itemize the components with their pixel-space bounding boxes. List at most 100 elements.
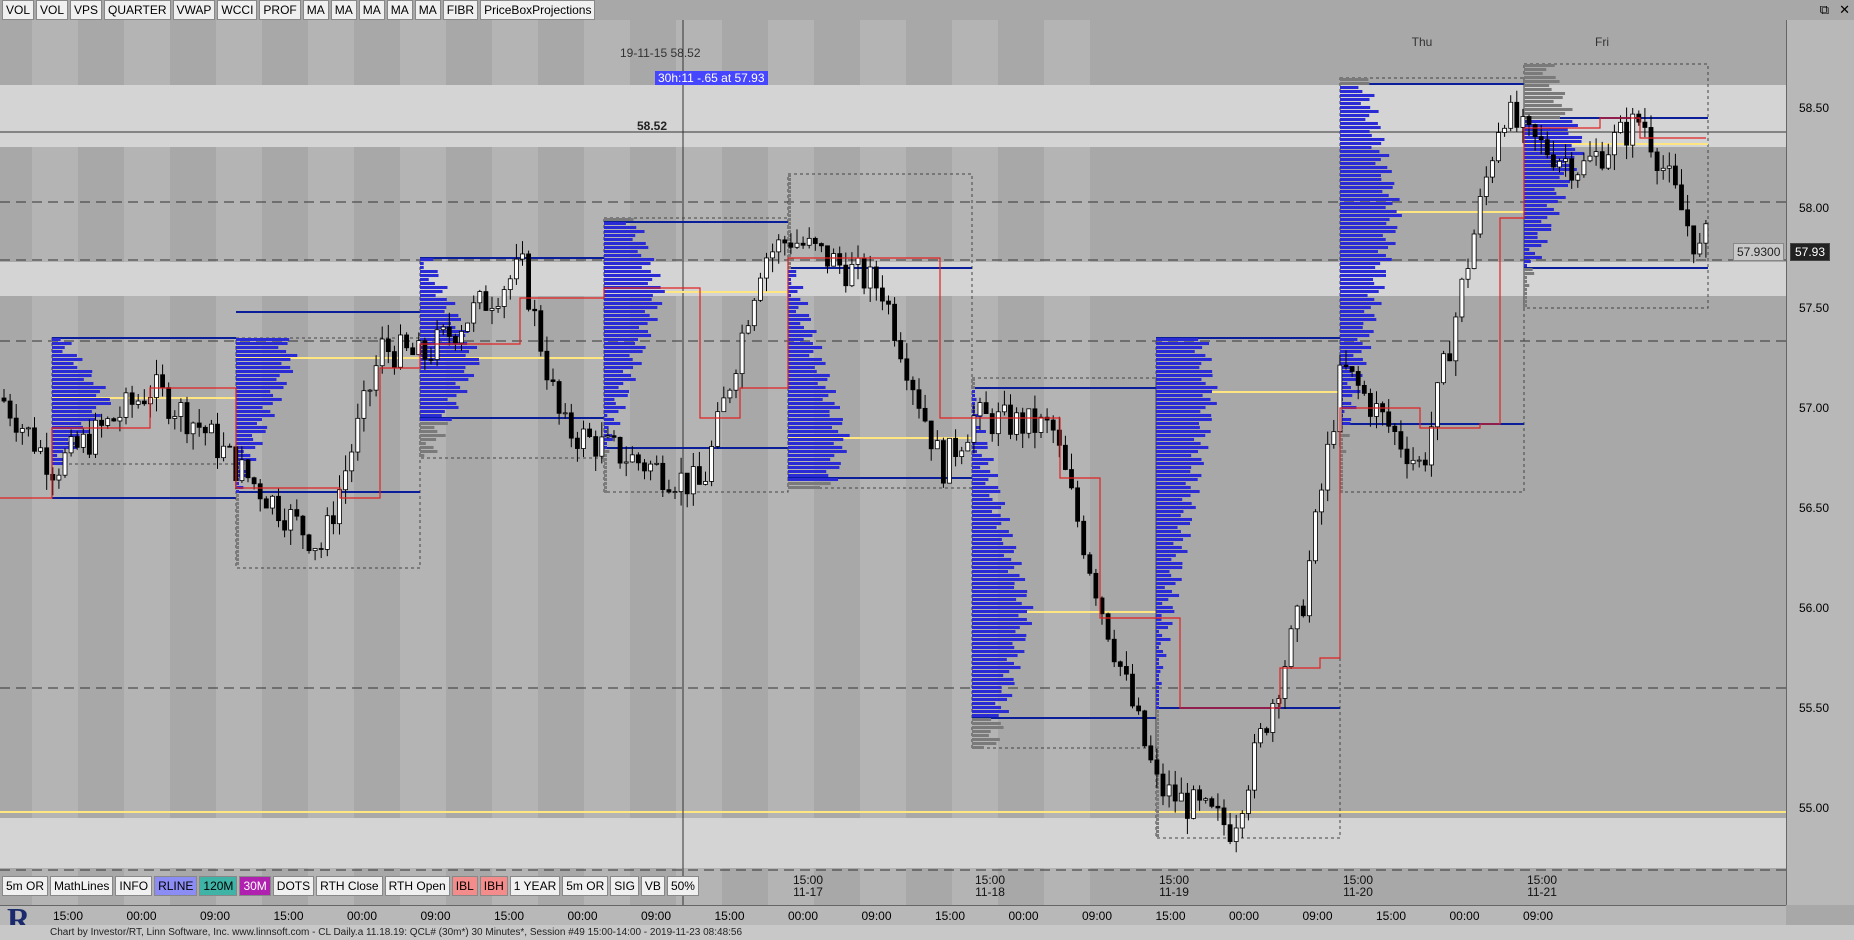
top-button-ma[interactable]: MA (358, 0, 385, 20)
candle (1429, 426, 1434, 466)
volume-profile-bar (604, 474, 607, 477)
restore-icon[interactable]: ⧉ (1820, 2, 1829, 18)
volume-profile-bar (788, 458, 831, 461)
volume-profile-bar (788, 230, 791, 233)
volume-profile-bar (604, 262, 651, 265)
volume-profile-bar (604, 386, 619, 389)
volume-profile-bar (972, 610, 1028, 613)
volume-profile-bar (1156, 458, 1202, 461)
overlay-button-30m[interactable]: 30M (239, 876, 271, 896)
overlay-button-dots[interactable]: DOTS (272, 876, 315, 896)
close-icon[interactable]: ✕ (1839, 2, 1850, 18)
volume-profile-bar (1156, 378, 1202, 381)
top-button-priceboxprojections[interactable]: PriceBoxProjections (480, 0, 596, 20)
top-button-vol[interactable]: VOL (2, 0, 35, 20)
price-axis[interactable]: 58.50 58.00 57.50 57.00 56.50 56.00 55.50 55.00 (1786, 20, 1854, 905)
volume-profile-bar (788, 286, 804, 289)
overlay-button-sig[interactable]: SIG (610, 876, 639, 896)
volume-profile-bar (420, 262, 424, 265)
volume-profile-bar (1156, 382, 1206, 385)
session-start-label: 15:00 11-21 (1527, 874, 1557, 898)
volume-profile-bar (236, 562, 239, 565)
volume-profile-bar (1156, 578, 1182, 581)
candle (934, 440, 940, 450)
volume-profile-bar (1524, 84, 1550, 87)
volume-profile-bar (236, 426, 268, 429)
volume-profile-bar (972, 534, 1013, 537)
overlay-button-rline[interactable]: RLINE (154, 876, 198, 896)
overlay-button-1-year[interactable]: 1 YEAR (509, 876, 561, 896)
top-button-vps[interactable]: VPS (70, 0, 103, 20)
volume-profile-bar (420, 366, 466, 369)
time-tick-label: 15:00 (273, 909, 304, 923)
session-start-label: 15:00 11-17 (793, 874, 823, 898)
candle (562, 412, 568, 415)
volume-profile-bar (1524, 280, 1527, 283)
volume-profile-bar (1156, 506, 1196, 509)
overlay-button-ibh[interactable]: IBH (479, 876, 508, 896)
top-button-fibr[interactable]: FIBR (442, 0, 479, 20)
top-button-quarter[interactable]: QUARTER (104, 0, 171, 20)
candle (867, 266, 873, 289)
cursor-info-tag: 30h:11 -.65 at 57.93 (655, 71, 768, 85)
volume-profile-bar (1340, 202, 1393, 205)
volume-profile-bar (1524, 236, 1538, 239)
candle (312, 548, 318, 552)
overlay-button-rth-open[interactable]: RTH Open (384, 876, 450, 896)
candle (1471, 233, 1477, 269)
volume-profile-bar (788, 414, 830, 417)
candle (263, 498, 269, 509)
price-chart[interactable] (0, 20, 1786, 905)
volume-profile-bar (1156, 550, 1188, 553)
overlay-button-mathlines[interactable]: MathLines (50, 876, 114, 896)
top-button-ma[interactable]: MA (386, 0, 413, 20)
candle (1502, 127, 1507, 133)
volume-profile-bar (52, 374, 92, 377)
candle (751, 299, 757, 327)
volume-profile-bar (420, 390, 468, 393)
volume-profile-bar (1156, 430, 1211, 433)
top-button-ma[interactable]: MA (302, 0, 329, 20)
top-button-ma[interactable]: MA (414, 0, 441, 20)
overlay-button-50-[interactable]: 50% (666, 876, 699, 896)
candle (617, 436, 623, 464)
candle (1258, 728, 1263, 744)
overlay-button-ibl[interactable]: IBL (451, 876, 478, 896)
top-button-prof[interactable]: PROF (259, 0, 301, 20)
volume-profile-bar (972, 494, 990, 497)
top-button-wcci[interactable]: WCCI (217, 0, 258, 20)
volume-profile-bar (604, 462, 607, 465)
overlay-button-120m[interactable]: 120M (199, 876, 238, 896)
top-button-vwap[interactable]: VWAP (172, 0, 216, 20)
time-axis[interactable]: 15:00 00:00 09:00 15:00 00:00 09:00 15:00 00:00… (0, 905, 1786, 926)
overlay-button-5m-or[interactable]: 5m OR (2, 876, 49, 896)
volume-profile-bar (1524, 304, 1527, 307)
top-button-vol[interactable]: VOL (36, 0, 69, 20)
volume-profile-bar (1156, 794, 1159, 797)
overlay-button-vb[interactable]: VB (640, 876, 665, 896)
overlay-button-5m-or[interactable]: 5m OR (562, 876, 609, 896)
volume-profile-bar (1156, 706, 1159, 709)
time-tick-label: 09:00 (1522, 909, 1554, 923)
volume-profile-bar (1524, 288, 1527, 291)
volume-profile-bar (1340, 222, 1387, 225)
overlay-button-info[interactable]: INFO (115, 876, 153, 896)
volume-profile-bar (788, 398, 823, 401)
candle (1673, 165, 1678, 186)
top-button-ma[interactable]: MA (330, 0, 357, 20)
candle (575, 437, 580, 449)
volume-profile-bar (420, 386, 461, 389)
volume-profile-bar (1156, 650, 1164, 653)
volume-profile-bar (1340, 346, 1372, 349)
volume-profile-bar (1340, 78, 1369, 81)
candle (1368, 392, 1373, 417)
candle (99, 419, 104, 426)
volume-profile-bar (52, 386, 106, 389)
candle (440, 326, 446, 331)
volume-profile-bar (972, 450, 977, 453)
candle (1697, 242, 1703, 255)
volume-profile-bar (236, 354, 298, 357)
overlay-button-rth-close[interactable]: RTH Close (316, 876, 383, 896)
current-price-secondary-tag: 57.9300 (1733, 243, 1785, 261)
volume-profile-bar (1156, 554, 1176, 557)
